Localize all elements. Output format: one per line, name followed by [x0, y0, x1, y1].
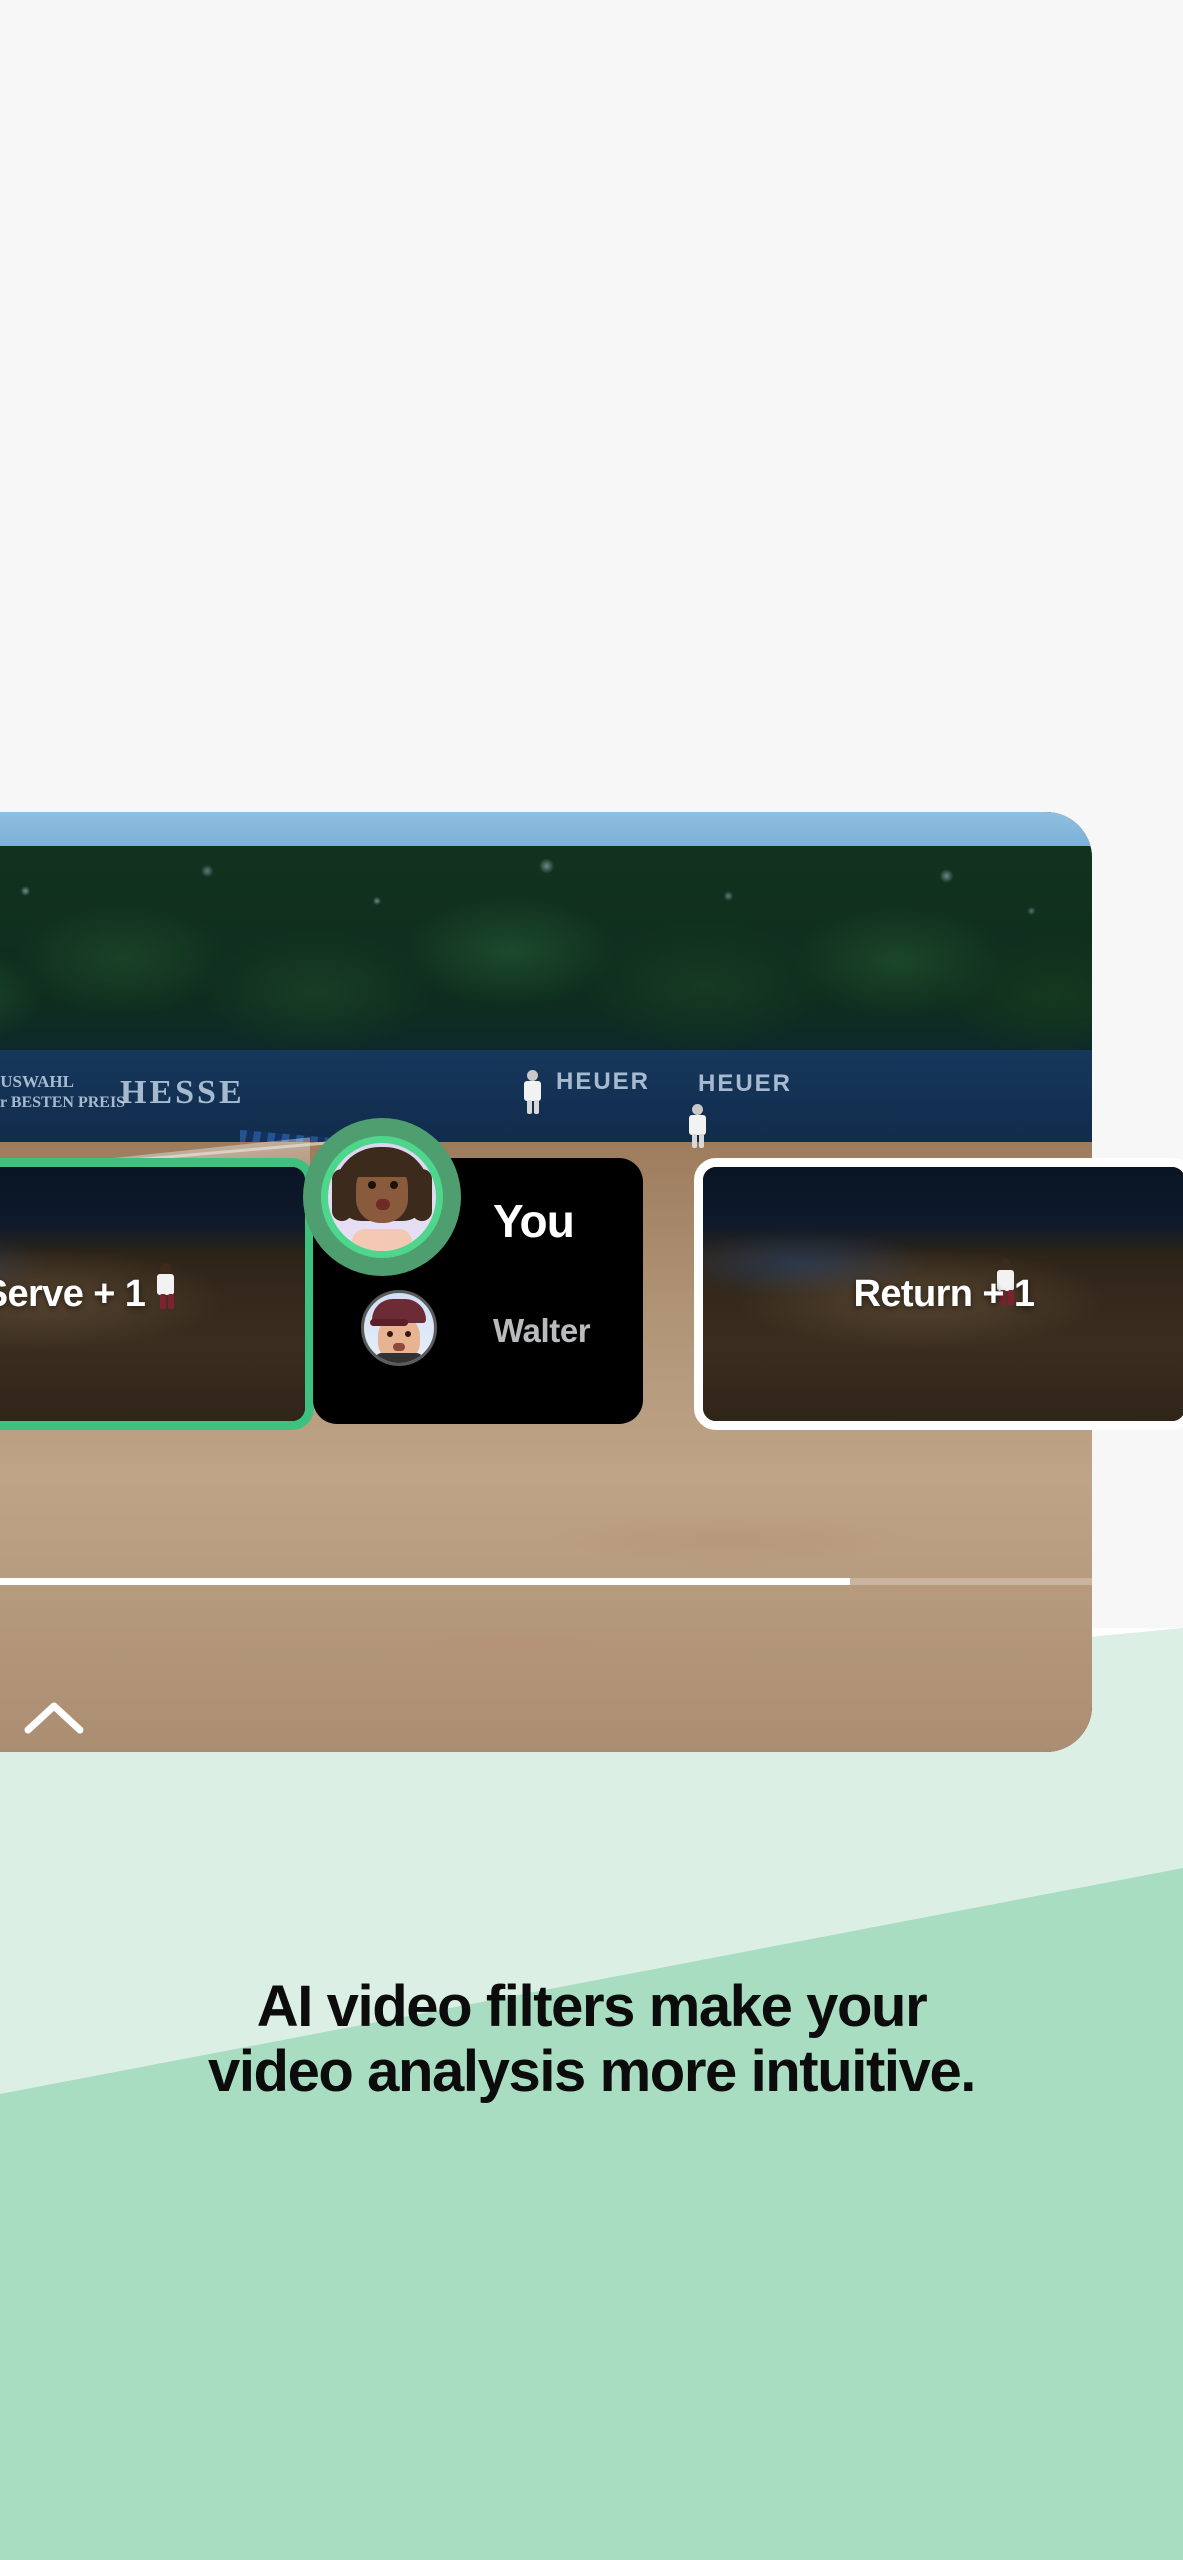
video-progress-bar[interactable] [0, 1578, 1092, 1588]
caption-line-2: video analysis more intuitive. [207, 2038, 976, 2104]
avatar-you[interactable] [303, 1118, 461, 1276]
player-info-card[interactable]: You Walter [303, 1118, 643, 1424]
banner-heuer-1: HEUER [556, 1068, 651, 1095]
avatar-walter[interactable] [361, 1290, 437, 1366]
player-secondary-name: Walter [493, 1312, 591, 1349]
shot-card-return-label: Return + 1 [853, 1272, 1035, 1315]
banner-auswahl: AUSWAHL [0, 1072, 74, 1091]
banner-heuer-2: HEUER [698, 1070, 793, 1097]
player-figure-3 [685, 1104, 711, 1148]
avatar-you-face [328, 1143, 436, 1251]
caption-line-1: AI video filters make your [256, 1974, 928, 2039]
shot-filter-row: Serve + 1 Return + 1 [0, 1118, 1183, 1436]
top-blank-area [0, 0, 1183, 812]
thumb-player-serve [153, 1263, 179, 1309]
banner-hesse: HESSE [120, 1074, 245, 1111]
banner-bester-preis: zur BESTEN PREIS [0, 1094, 126, 1111]
avatar-you-ring [321, 1136, 443, 1258]
chevron-up-icon[interactable] [18, 1694, 90, 1742]
player-primary-name: You [493, 1195, 575, 1247]
shot-card-return[interactable]: Return + 1 [694, 1158, 1183, 1430]
shot-card-serve-label: Serve + 1 [0, 1272, 146, 1315]
player-figure-2 [520, 1070, 546, 1114]
progress-fill [0, 1578, 850, 1585]
caption-headline: AI video filters make your video analysi… [0, 1974, 1183, 2105]
shot-card-serve[interactable]: Serve + 1 [0, 1158, 314, 1430]
